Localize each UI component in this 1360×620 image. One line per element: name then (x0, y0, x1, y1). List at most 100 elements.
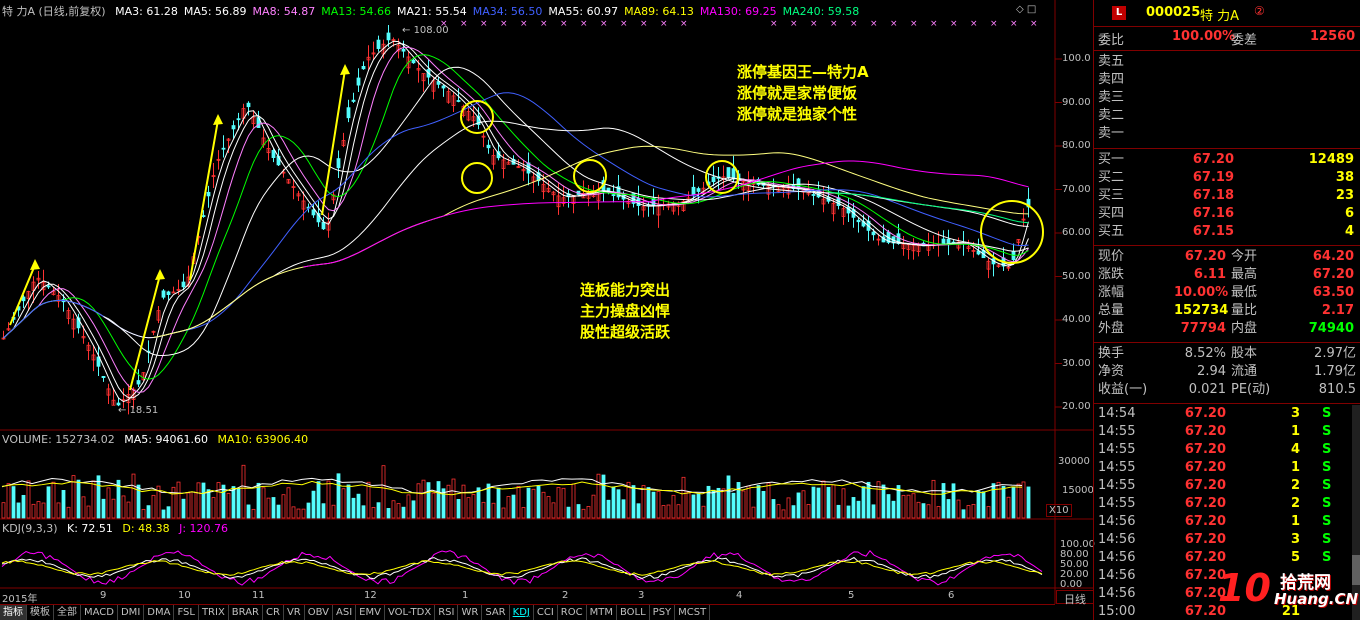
volume-bar (226, 492, 231, 519)
stat-label: 今开 (1231, 249, 1258, 264)
tab-dmi[interactable]: DMI (118, 605, 145, 620)
tick-volume: 2 (1290, 478, 1300, 493)
tick-row[interactable]: 14:55 67.20 4 S (1094, 441, 1360, 459)
ma-legend-item: MA55: 60.97 (548, 5, 619, 18)
sell-row[interactable]: 卖二 (1094, 107, 1360, 125)
date-axis-label: 2 (562, 590, 569, 601)
volume-bar (586, 506, 591, 519)
volume-bar (891, 500, 896, 519)
date-axis-label: 5 (848, 590, 855, 601)
buy-row[interactable]: 买四 67.16 6 (1094, 205, 1360, 223)
tab-kdj[interactable]: KDJ (510, 605, 534, 620)
volume-bar (976, 490, 981, 519)
tick-time: 14:55 (1098, 496, 1136, 511)
tab-roc[interactable]: ROC (558, 605, 587, 620)
status-mark-icon: ② (1254, 4, 1265, 18)
date-axis-label: 1 (462, 590, 469, 601)
buy-row[interactable]: 买一 67.20 12489 (1094, 151, 1360, 169)
tab-指标[interactable]: 指标 (0, 605, 27, 620)
volume-bar (416, 483, 421, 519)
candle-body (486, 144, 491, 149)
sell-row[interactable]: 卖三 (1094, 89, 1360, 107)
tab-mcst[interactable]: MCST (675, 605, 711, 620)
tab-fsl[interactable]: FSL (174, 605, 199, 620)
tick-row[interactable]: 14:55 67.20 2 S (1094, 477, 1360, 495)
high-marker: ← 108.00 (402, 25, 449, 36)
candle-body (401, 48, 406, 52)
tick-row[interactable]: 14:56 67.20 3 S (1094, 531, 1360, 549)
highlight-circle (573, 159, 607, 193)
tab-boll[interactable]: BOLL (617, 605, 650, 620)
stock-name: 特 力A (1200, 9, 1240, 24)
buy-row[interactable]: 买三 67.18 23 (1094, 187, 1360, 205)
tab-全部[interactable]: 全部 (54, 605, 81, 620)
tab-brar[interactable]: BRAR (229, 605, 263, 620)
tab-wr[interactable]: WR (458, 605, 483, 620)
sell-label: 卖一 (1098, 126, 1125, 141)
tick-row[interactable]: 14:56 67.20 1 S (1094, 513, 1360, 531)
tick-row[interactable]: 14:55 67.20 1 S (1094, 459, 1360, 477)
volume-bar (761, 490, 766, 519)
diamond-icon[interactable]: ◇ (1016, 4, 1024, 15)
volume-bar (676, 504, 681, 519)
volume-bar (611, 486, 616, 519)
square-icon[interactable]: □ (1027, 4, 1036, 15)
tab-obv[interactable]: OBV (305, 605, 333, 620)
sell-row[interactable]: 卖五 (1094, 53, 1360, 71)
candle-body (871, 231, 876, 236)
quote-stats: 现价 67.20 今开 64.20 涨跌 6.11 最高 67.20 涨幅 10.00% 最低 63.… (1094, 248, 1360, 340)
buy-row[interactable]: 买二 67.19 38 (1094, 169, 1360, 187)
candle-body (386, 32, 391, 41)
stat-label: 涨跌 (1098, 267, 1125, 282)
volume-unit-badge[interactable]: X10 (1046, 504, 1072, 517)
volume-bar (41, 502, 46, 519)
tick-side: S (1322, 460, 1332, 475)
buy-order-book: 买一 67.20 12489 买二 67.19 38 买三 67.18 23 买四 67.16 6 买五… (1094, 151, 1360, 243)
chart-title: 特 力A (日线,前复权) (2, 5, 106, 18)
tab-sar[interactable]: SAR (482, 605, 510, 620)
date-axis-label: 2015年 (2, 594, 38, 605)
badge-icon[interactable]: L (1112, 6, 1126, 20)
buy-price: 67.16 (1192, 206, 1234, 221)
tick-row[interactable]: 14:55 67.20 2 S (1094, 495, 1360, 513)
ma-legend-item: MA5: 56.89 (183, 5, 247, 18)
candle-body (311, 209, 316, 216)
window-controls[interactable]: ◇ □ (1016, 4, 1036, 15)
tick-row[interactable]: 14:54 67.20 3 S (1094, 405, 1360, 423)
tab-macd[interactable]: MACD (81, 605, 118, 620)
buy-label: 买五 (1098, 224, 1125, 239)
volume-bar (936, 506, 941, 519)
tab-mtm[interactable]: MTM (587, 605, 617, 620)
volume-bar (481, 501, 486, 519)
fund-label: PE(动) (1231, 382, 1271, 397)
volume-bar (336, 473, 341, 519)
tab-rsi[interactable]: RSI (435, 605, 459, 620)
volume-bar (921, 503, 926, 519)
tab-dma[interactable]: DMA (144, 605, 175, 620)
candle-body (271, 150, 276, 158)
kline-chart[interactable]: × × × × × × × × × × × × × × × × × × × × × × × × × × × (0, 0, 1094, 604)
volume-bar (446, 484, 451, 519)
tab-emv[interactable]: EMV (356, 605, 385, 620)
tab-asi[interactable]: ASI (333, 605, 357, 620)
tab-trix[interactable]: TRIX (199, 605, 229, 620)
tab-模板[interactable]: 模板 (27, 605, 54, 620)
period-selector[interactable]: 日线 (1056, 590, 1094, 606)
sell-row[interactable]: 卖四 (1094, 71, 1360, 89)
tab-cci[interactable]: CCI (534, 605, 558, 620)
tick-row[interactable]: 14:56 67.20 5 S (1094, 549, 1360, 567)
volume-bar (256, 482, 261, 519)
tab-vr[interactable]: VR (284, 605, 305, 620)
buy-row[interactable]: 买五 67.15 4 (1094, 223, 1360, 241)
tick-row[interactable]: 14:55 67.20 1 S (1094, 423, 1360, 441)
stat-value: 67.20 (1312, 267, 1354, 282)
volume-bar (491, 502, 496, 519)
volume-bar (781, 509, 786, 519)
kdj-j: J: 120.76 (179, 522, 229, 535)
tab-vol-tdx[interactable]: VOL-TDX (385, 605, 436, 620)
sell-row[interactable]: 卖一 (1094, 125, 1360, 143)
ma-legend-item: MA3: 61.28 (115, 5, 178, 18)
tab-cr[interactable]: CR (263, 605, 284, 620)
tab-psy[interactable]: PSY (650, 605, 676, 620)
main-legend: 特 力A (日线,前复权) MA3: 61.28 MA5: 56.89 MA8: 5… (2, 5, 871, 19)
